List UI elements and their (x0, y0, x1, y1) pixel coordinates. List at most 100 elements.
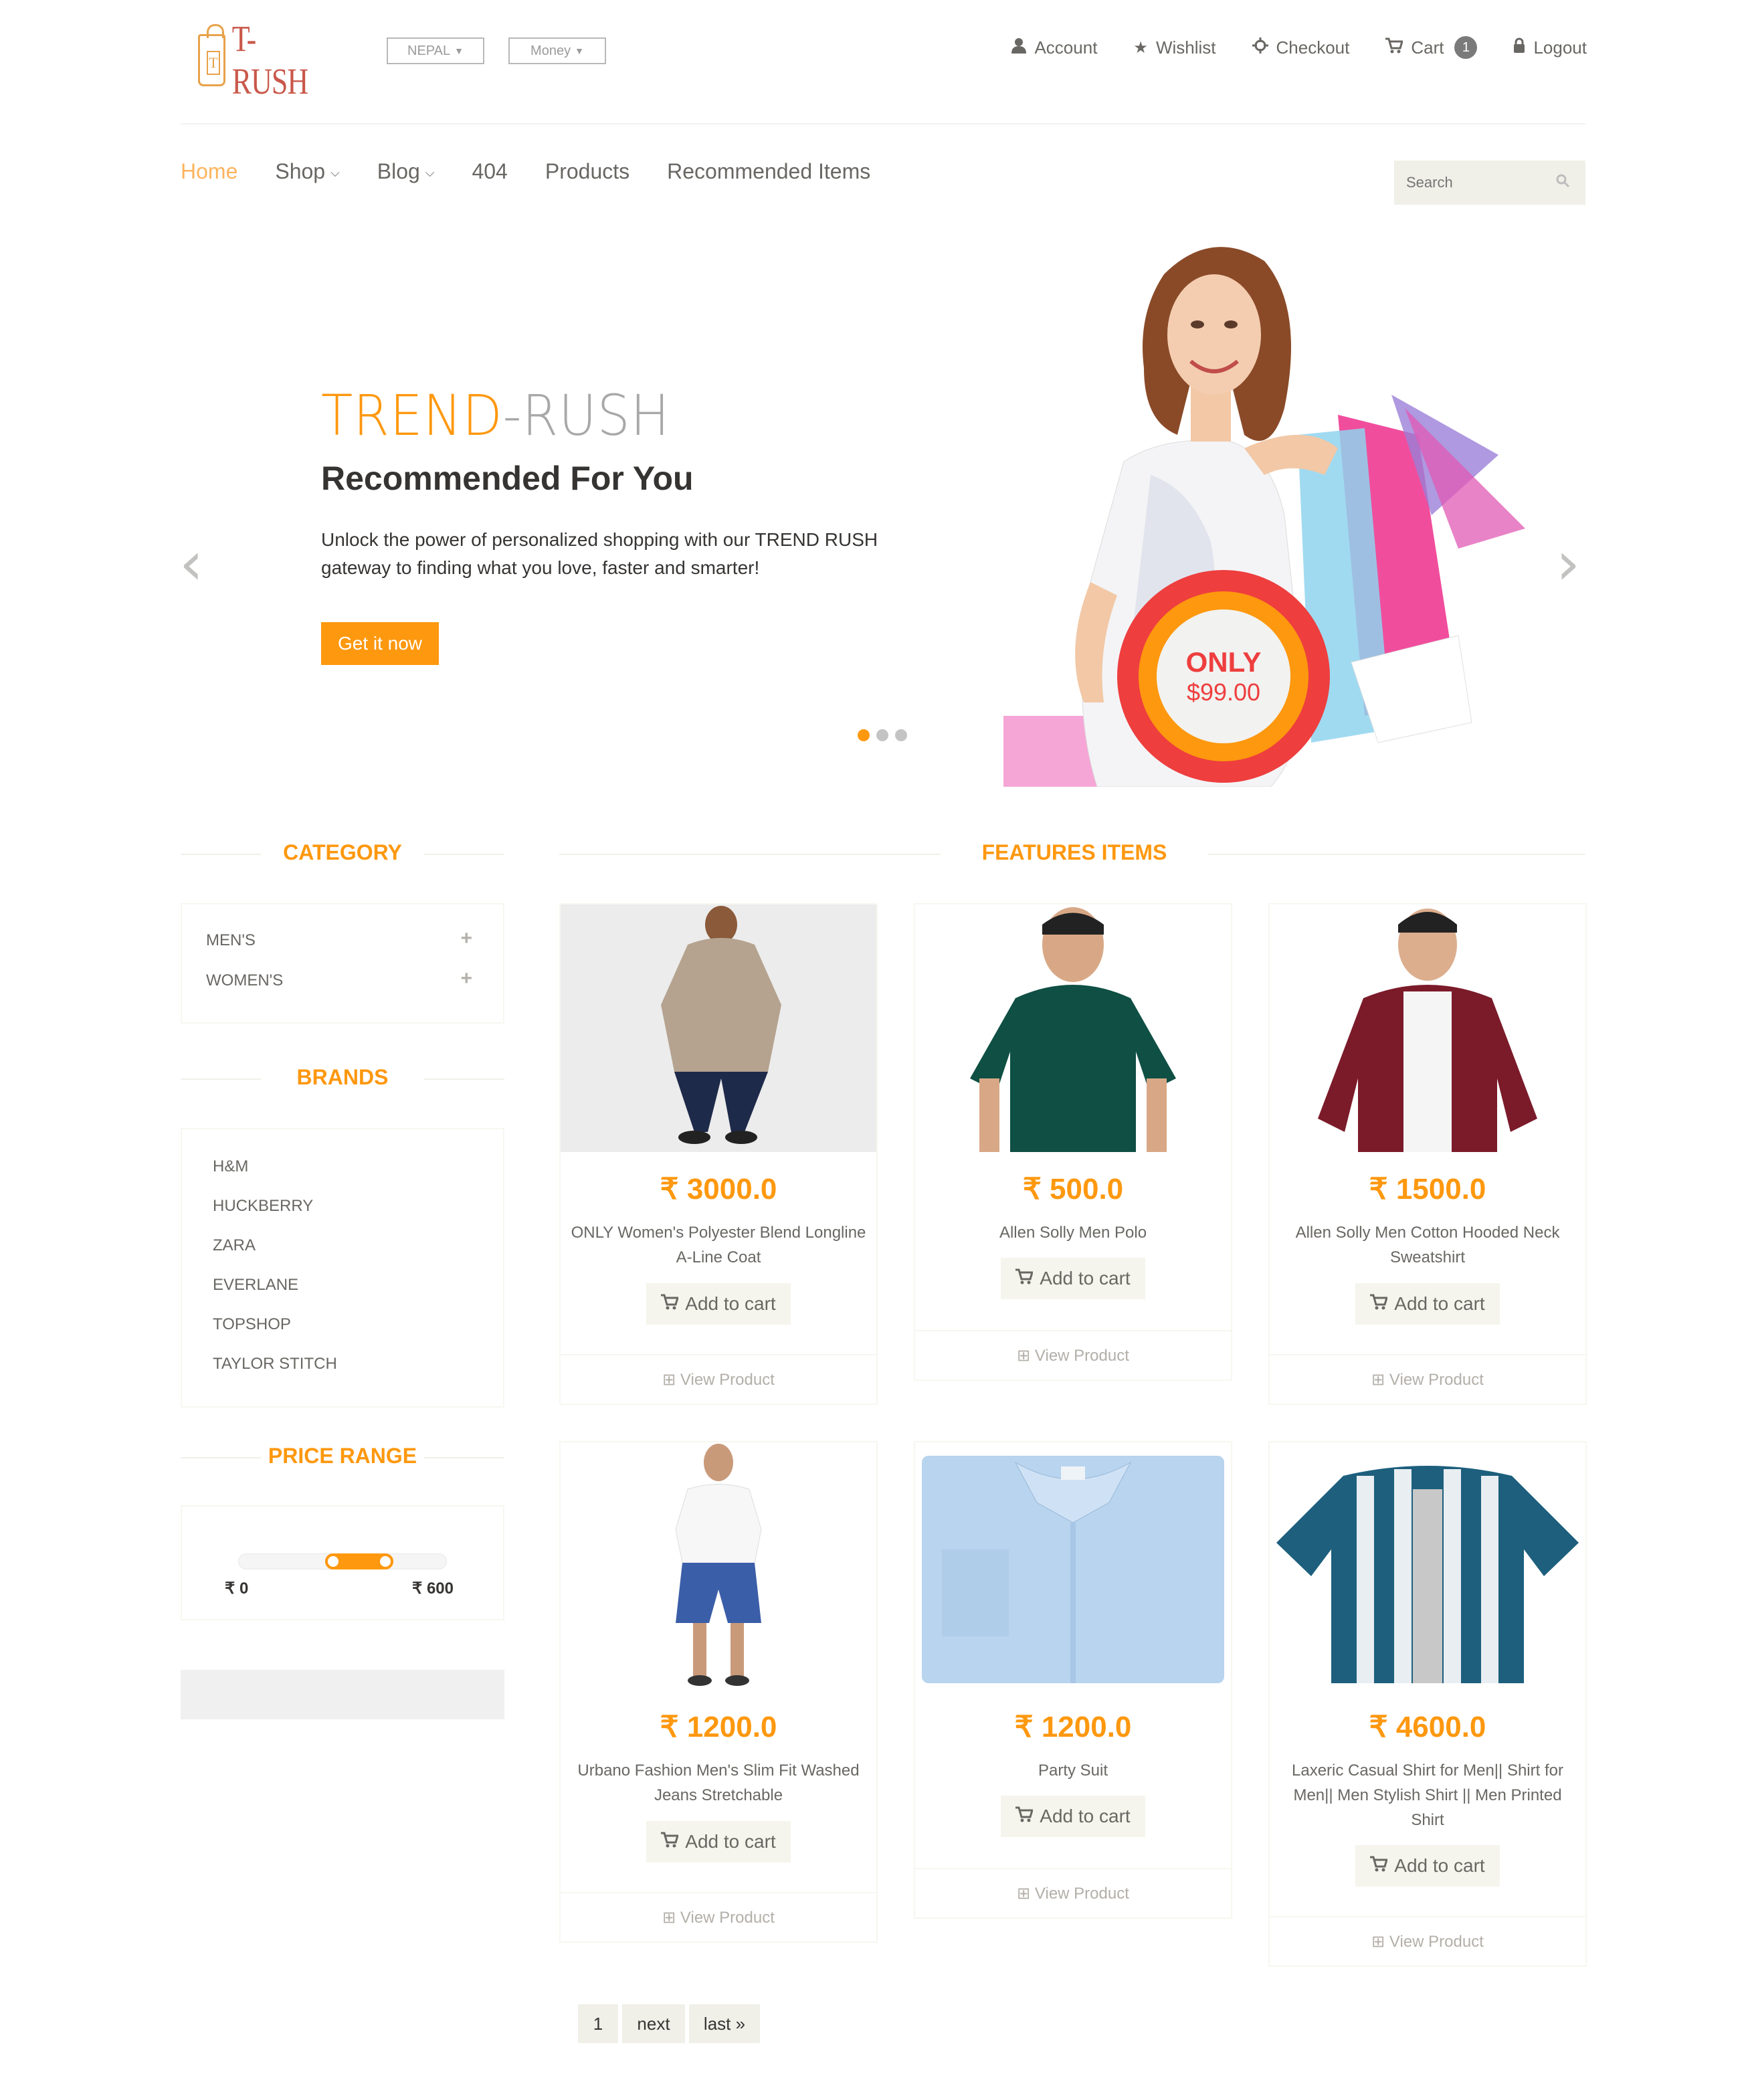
view-product-link[interactable]: ⊞ View Product (1270, 1932, 1585, 1951)
slider-next-arrow[interactable]: › (1556, 529, 1580, 599)
price-slider-min-handle[interactable] (325, 1553, 341, 1569)
view-product-link[interactable]: ⊞ View Product (915, 1884, 1231, 1903)
add-to-cart-button[interactable]: Add to cart (1355, 1283, 1500, 1325)
card-divider (561, 1892, 876, 1893)
view-product-label: View Product (680, 1909, 775, 1927)
nav-recommended-items[interactable]: Recommended Items (667, 159, 870, 184)
title-line (181, 854, 261, 855)
product-image[interactable] (915, 904, 1231, 1152)
crosshairs-icon (1252, 37, 1268, 58)
wishlist-link[interactable]: ★ Wishlist (1133, 36, 1216, 59)
add-to-cart-button[interactable]: Add to cart (646, 1283, 791, 1325)
pagination-next[interactable]: next (622, 2004, 685, 2043)
currency-dropdown-label: Money (530, 43, 571, 58)
shopping-cart-icon (661, 1293, 680, 1315)
search-box (1394, 161, 1585, 205)
country-dropdown[interactable]: NEPAL ▼ (387, 37, 484, 64)
plus-icon[interactable]: + (460, 927, 472, 950)
add-to-cart-button[interactable]: Add to cart (1001, 1796, 1145, 1837)
nav-shop-label: Shop (275, 159, 326, 183)
country-dropdown-label: NEPAL (407, 43, 451, 58)
view-product-link[interactable]: ⊞ View Product (1270, 1370, 1585, 1390)
product-image[interactable] (1270, 1442, 1585, 1690)
product-card: ₹ 1500.0 Allen Solly Men Cotton Hooded N… (1268, 903, 1587, 1405)
category-panel: MEN'S + WOMEN'S + (181, 903, 504, 1024)
price-badge-ring: ONLY $99.00 (1139, 591, 1308, 761)
brand-item[interactable]: ZARA (213, 1236, 256, 1255)
product-price: ₹ 4600.0 (1369, 1711, 1486, 1743)
slider-prev-arrow[interactable]: ‹ (179, 529, 203, 599)
price-badge: ONLY $99.00 (1117, 570, 1330, 783)
slider-dot-2[interactable] (876, 729, 888, 741)
brand-item[interactable]: H&M (213, 1157, 248, 1176)
title-line (181, 1078, 261, 1080)
product-card: ₹ 4600.0 Laxeric Casual Shirt for Men|| … (1268, 1441, 1587, 1967)
nav-404[interactable]: 404 (472, 159, 507, 184)
account-link[interactable]: Account (1011, 36, 1097, 59)
shopping-cart-icon (1015, 1268, 1034, 1289)
add-to-cart-label: Add to cart (685, 1831, 776, 1852)
price-min-label: ₹ 0 (225, 1580, 249, 1598)
view-product-label: View Product (1034, 1885, 1129, 1903)
nav-products[interactable]: Products (545, 159, 629, 184)
product-name: Laxeric Casual Shirt for Men|| Shirt for… (1292, 1761, 1563, 1829)
price-badge-only: ONLY (1185, 646, 1262, 678)
add-to-cart-button[interactable]: Add to cart (646, 1821, 791, 1863)
view-product-label: View Product (1389, 1371, 1484, 1389)
product-image[interactable] (561, 1442, 876, 1690)
chevron-down-icon: ⌵ (425, 166, 435, 179)
cart-link[interactable]: Cart 1 (1385, 36, 1478, 59)
slider-description: Unlock the power of personalized shoppin… (321, 529, 878, 578)
shopping-cart-icon (661, 1831, 680, 1852)
product-image[interactable] (1270, 904, 1585, 1152)
search-input[interactable] (1406, 174, 1540, 191)
category-womens[interactable]: WOMEN'S (206, 971, 283, 990)
brand-item[interactable]: TAYLOR STITCH (213, 1355, 337, 1373)
price-slider-max-handle[interactable] (377, 1553, 393, 1569)
lock-icon (1513, 37, 1525, 58)
search-icon[interactable] (1556, 174, 1570, 191)
category-mens[interactable]: MEN'S (206, 931, 256, 950)
add-to-cart-button[interactable]: Add to cart (1355, 1845, 1500, 1887)
shopping-cart-icon (1370, 1855, 1389, 1877)
product-price: ₹ 1200.0 (1014, 1711, 1132, 1743)
wishlist-label: Wishlist (1155, 37, 1216, 58)
nav-blog[interactable]: Blog ⌵ (377, 159, 435, 184)
nav-home[interactable]: Home (181, 159, 237, 184)
shopping-cart-icon (1370, 1293, 1389, 1315)
pagination-page-1[interactable]: 1 (578, 2004, 618, 2043)
slider-dot-3[interactable] (895, 729, 907, 741)
logo-letter: T (207, 51, 220, 75)
view-product-link[interactable]: ⊞ View Product (915, 1346, 1231, 1365)
header-divider (181, 123, 1585, 124)
logout-link[interactable]: Logout (1513, 36, 1587, 59)
currency-dropdown[interactable]: Money ▼ (508, 37, 606, 64)
brand-item[interactable]: EVERLANE (213, 1276, 298, 1295)
slider-dot-1[interactable] (858, 729, 870, 741)
product-price: ₹ 500.0 (1022, 1173, 1124, 1206)
product-image[interactable] (561, 904, 876, 1152)
view-product-link[interactable]: ⊞ View Product (561, 1370, 876, 1390)
plus-icon[interactable]: + (460, 967, 472, 990)
price-badge-amount: $99.00 (1186, 678, 1261, 706)
title-line (424, 1078, 504, 1080)
nav-shop[interactable]: Shop ⌵ (275, 159, 339, 184)
view-product-link[interactable]: ⊞ View Product (561, 1908, 876, 1927)
plus-square-icon: ⊞ (1017, 1347, 1031, 1365)
add-to-cart-button[interactable]: Add to cart (1001, 1258, 1145, 1299)
add-to-cart-label: Add to cart (1394, 1855, 1485, 1876)
product-image[interactable] (915, 1442, 1231, 1690)
get-it-now-button[interactable]: Get it now (321, 622, 439, 665)
checkout-link[interactable]: Checkout (1252, 36, 1349, 59)
product-price: ₹ 3000.0 (660, 1173, 777, 1206)
sidebar-banner-placeholder (181, 1670, 504, 1719)
brand-item[interactable]: TOPSHOP (213, 1315, 291, 1334)
slider-title-trend: TREND (321, 383, 503, 448)
brand-item[interactable]: HUCKBERRY (213, 1197, 313, 1216)
brands-title: BRANDS (296, 1065, 389, 1089)
product-card: ₹ 500.0 Allen Solly Men Polo Add to cart… (914, 903, 1232, 1381)
title-line (424, 854, 504, 855)
pagination-last[interactable]: last » (689, 2004, 760, 2043)
site-logo[interactable]: T T-RUSH (198, 19, 318, 102)
logout-label: Logout (1533, 37, 1587, 58)
